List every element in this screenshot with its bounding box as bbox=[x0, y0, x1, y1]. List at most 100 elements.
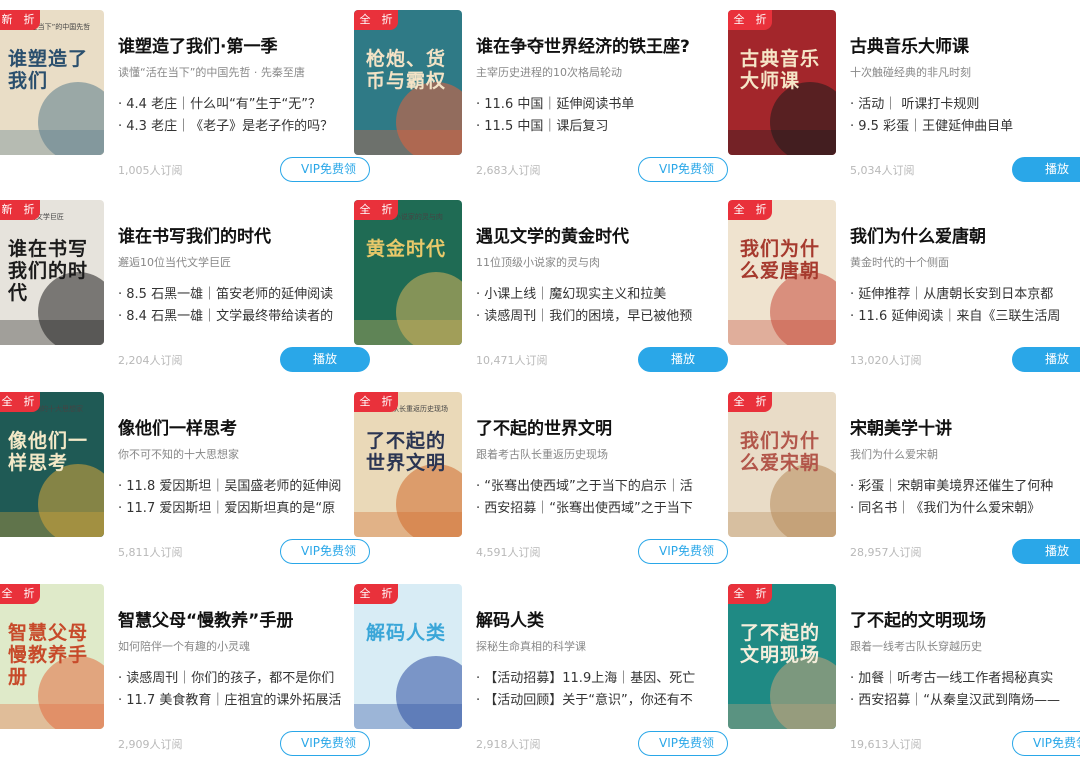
play-button[interactable]: 播放 bbox=[1012, 539, 1080, 564]
lesson-item[interactable]: 小课上线｜魔幻现实主义和拉美 bbox=[476, 284, 712, 306]
course-card[interactable]: 10位当代文学巨匠 谁在书写我们的时代 新 折 谁在书写我们的时代 邂逅10位当… bbox=[0, 200, 370, 375]
lesson-item[interactable]: 11.5 中国｜课后复习 bbox=[476, 116, 712, 138]
subscriber-count: 10,471人订阅 bbox=[476, 354, 548, 367]
course-title[interactable]: 了不起的文明现场 bbox=[850, 606, 986, 631]
cover-title: 像他们一样思考 bbox=[8, 430, 89, 474]
badge-group: 全 折 bbox=[728, 392, 772, 412]
badge-tag: 全 bbox=[728, 200, 750, 220]
lesson-item[interactable]: 11.7 美食教育｜庄祖宜的课外拓展活 bbox=[118, 690, 354, 712]
course-subtitle: 十次触碰经典的非凡时刻 bbox=[850, 66, 971, 79]
course-cover[interactable]: 我们为什么爱宋朝 全 折 bbox=[728, 392, 836, 537]
lesson-item[interactable]: 11.7 爱因斯坦｜爱因斯坦真的是“原 bbox=[118, 498, 354, 520]
lesson-item[interactable]: 读感周刊｜我们的困境，早已被他预 bbox=[476, 306, 712, 328]
course-cover[interactable]: 古典音乐大师课 全 折 bbox=[728, 10, 836, 155]
lesson-list: 4.4 老庄｜什么叫“有”生于“无”？ 4.3 老庄｜《老子》是老子作的吗？ bbox=[118, 94, 354, 138]
lesson-item[interactable]: 9.5 彩蛋｜王健延伸曲目单 bbox=[850, 116, 1080, 138]
discount-badge: 折 bbox=[18, 584, 40, 604]
course-title[interactable]: 我们为什么爱唐朝 bbox=[850, 222, 986, 247]
lesson-item[interactable]: 活动｜ 听课打卡规则 bbox=[850, 94, 1080, 116]
cover-title: 枪炮、货币与霸权 bbox=[366, 48, 447, 92]
lesson-list: “张骞出使西域”之于当下的启示｜活 西安招募｜“张骞出使西域”之于当下 bbox=[476, 476, 712, 520]
course-card[interactable]: 解码人类 全 折 解码人类 探秘生命真相的科学课 【活动招募】11.9上海｜基因… bbox=[354, 584, 728, 759]
lesson-list: 【活动招募】11.9上海｜基因、死亡 【活动回顾】关于“意识”，你还有不 bbox=[476, 668, 712, 712]
lesson-item[interactable]: 西安招募｜“张骞出使西域”之于当下 bbox=[476, 498, 712, 520]
course-title[interactable]: 宋朝美学十讲 bbox=[850, 414, 952, 439]
lesson-item[interactable]: 加餐｜听考古一线工作者揭秘真实 bbox=[850, 668, 1080, 690]
discount-badge: 折 bbox=[18, 392, 40, 412]
cover-title: 古典音乐大师课 bbox=[740, 48, 821, 92]
course-card[interactable]: 你不可不知的十大思想家 像他们一样思考 全 折 像他们一样思考 你不可不知的十大… bbox=[0, 392, 370, 567]
course-cover[interactable]: 11位顶级小说家的灵与肉 黄金时代 全 折 bbox=[354, 200, 462, 345]
course-cover[interactable]: 了不起的文明现场 全 折 bbox=[728, 584, 836, 729]
course-title[interactable]: 了不起的世界文明 bbox=[476, 414, 612, 439]
lesson-item[interactable]: 读感周刊｜你们的孩子，都不是你们 bbox=[118, 668, 354, 690]
lesson-list: 加餐｜听考古一线工作者揭秘真实 西安招募｜“从秦皇汉武到隋炀—— bbox=[850, 668, 1080, 712]
course-card[interactable]: 读懂“活在当下”的中国先哲 谁塑造了我们 新 折 谁塑造了我们·第一季 读懂“活… bbox=[0, 10, 370, 185]
course-title[interactable]: 智慧父母“慢教养”手册 bbox=[118, 606, 293, 631]
course-title[interactable]: 谁在争夺世界经济的铁王座? bbox=[476, 32, 690, 57]
cover-title: 我们为什么爱宋朝 bbox=[740, 430, 821, 474]
badge-tag: 新 bbox=[0, 200, 18, 220]
discount-badge: 折 bbox=[750, 10, 772, 30]
lesson-item[interactable]: 彩蛋｜宋朝审美境界还催生了何种 bbox=[850, 476, 1080, 498]
badge-tag: 全 bbox=[0, 392, 18, 412]
lesson-item[interactable]: 4.3 老庄｜《老子》是老子作的吗？ bbox=[118, 116, 354, 138]
course-title[interactable]: 解码人类 bbox=[476, 606, 544, 631]
play-button[interactable]: 播放 bbox=[1012, 347, 1080, 372]
lesson-item[interactable]: 8.5 石黑一雄｜笛安老师的延伸阅读 bbox=[118, 284, 354, 306]
course-card[interactable]: 古典音乐大师课 全 折 古典音乐大师课 十次触碰经典的非凡时刻 活动｜ 听课打卡… bbox=[728, 10, 1080, 185]
lesson-item[interactable]: 11.6 中国｜延伸阅读书单 bbox=[476, 94, 712, 116]
course-card[interactable]: 11位顶级小说家的灵与肉 黄金时代 全 折 遇见文学的黄金时代 11位顶级小说家… bbox=[354, 200, 728, 375]
lesson-list: 彩蛋｜宋朝审美境界还催生了何种 同名书｜《我们为什么爱宋朝》 bbox=[850, 476, 1080, 520]
course-card[interactable]: 枪炮、货币与霸权 全 折 谁在争夺世界经济的铁王座? 主宰历史进程的10次格局轮… bbox=[354, 10, 728, 185]
cover-title: 谁塑造了我们 bbox=[8, 48, 89, 92]
lesson-item[interactable]: 4.4 老庄｜什么叫“有”生于“无”？ bbox=[118, 94, 354, 116]
course-card[interactable]: 我们为什么爱宋朝 全 折 宋朝美学十讲 我们为什么爱宋朝 彩蛋｜宋朝审美境界还催… bbox=[728, 392, 1080, 567]
lesson-item[interactable]: 11.6 延伸阅读｜来自《三联生活周 bbox=[850, 306, 1080, 328]
course-cover[interactable]: 跟着考古队长重返历史现场 了不起的世界文明 全 折 bbox=[354, 392, 462, 537]
lesson-item[interactable]: “张骞出使西域”之于当下的启示｜活 bbox=[476, 476, 712, 498]
cover-title: 我们为什么爱唐朝 bbox=[740, 238, 821, 282]
course-card[interactable]: 跟着考古队长重返历史现场 了不起的世界文明 全 折 了不起的世界文明 跟着考古队… bbox=[354, 392, 728, 567]
course-cover[interactable]: 智慧父母慢教养手册 全 折 bbox=[0, 584, 104, 729]
lesson-item[interactable]: 11.8 爱因斯坦｜吴国盛老师的延伸阅 bbox=[118, 476, 354, 498]
vip-free-button[interactable]: VIP免费领 bbox=[1012, 731, 1080, 756]
subscriber-count: 28,957人订阅 bbox=[850, 546, 922, 559]
course-title[interactable]: 遇见文学的黄金时代 bbox=[476, 222, 629, 247]
course-cover[interactable]: 我们为什么爱唐朝 全 折 bbox=[728, 200, 836, 345]
lesson-list: 延伸推荐｜从唐朝长安到日本京都 11.6 延伸阅读｜来自《三联生活周 bbox=[850, 284, 1080, 328]
discount-badge: 折 bbox=[376, 10, 398, 30]
course-title[interactable]: 谁在书写我们的时代 bbox=[118, 222, 271, 247]
course-card[interactable]: 智慧父母慢教养手册 全 折 智慧父母“慢教养”手册 如何陪伴一个有趣的小灵魂 读… bbox=[0, 584, 370, 759]
badge-tag: 全 bbox=[0, 584, 18, 604]
discount-badge: 折 bbox=[750, 392, 772, 412]
course-cover[interactable]: 枪炮、货币与霸权 全 折 bbox=[354, 10, 462, 155]
lesson-list: 8.5 石黑一雄｜笛安老师的延伸阅读 8.4 石黑一雄｜文学最终带给读者的 bbox=[118, 284, 354, 328]
course-card[interactable]: 我们为什么爱唐朝 全 折 我们为什么爱唐朝 黄金时代的十个侧面 延伸推荐｜从唐朝… bbox=[728, 200, 1080, 375]
badge-tag: 全 bbox=[728, 584, 750, 604]
course-cover[interactable]: 解码人类 全 折 bbox=[354, 584, 462, 729]
lesson-item[interactable]: 西安招募｜“从秦皇汉武到隋炀—— bbox=[850, 690, 1080, 712]
course-title[interactable]: 像他们一样思考 bbox=[118, 414, 237, 439]
course-cover[interactable]: 10位当代文学巨匠 谁在书写我们的时代 新 折 bbox=[0, 200, 104, 345]
vip-free-button[interactable]: VIP免费领 bbox=[638, 539, 728, 564]
course-title[interactable]: 古典音乐大师课 bbox=[850, 32, 969, 57]
subscriber-count: 13,020人订阅 bbox=[850, 354, 922, 367]
lesson-item[interactable]: 8.4 石黑一雄｜文学最终带给读者的 bbox=[118, 306, 354, 328]
course-cover[interactable]: 读懂“活在当下”的中国先哲 谁塑造了我们 新 折 bbox=[0, 10, 104, 155]
course-cover[interactable]: 你不可不知的十大思想家 像他们一样思考 全 折 bbox=[0, 392, 104, 537]
badge-tag: 新 bbox=[0, 10, 18, 30]
lesson-list: 小课上线｜魔幻现实主义和拉美 读感周刊｜我们的困境，早已被他预 bbox=[476, 284, 712, 328]
lesson-item[interactable]: 延伸推荐｜从唐朝长安到日本京都 bbox=[850, 284, 1080, 306]
cover-title: 谁在书写我们的时代 bbox=[8, 238, 89, 304]
course-card[interactable]: 了不起的文明现场 全 折 了不起的文明现场 跟着一线考古队长穿越历史 加餐｜听考… bbox=[728, 584, 1080, 759]
lesson-item[interactable]: 【活动招募】11.9上海｜基因、死亡 bbox=[476, 668, 712, 690]
lesson-item[interactable]: 【活动回顾】关于“意识”，你还有不 bbox=[476, 690, 712, 712]
vip-free-button[interactable]: VIP免费领 bbox=[638, 731, 728, 756]
play-button[interactable]: 播放 bbox=[1012, 157, 1080, 182]
play-button[interactable]: 播放 bbox=[638, 347, 728, 372]
lesson-item[interactable]: 同名书｜《我们为什么爱宋朝》 bbox=[850, 498, 1080, 520]
course-title[interactable]: 谁塑造了我们·第一季 bbox=[118, 32, 277, 57]
cover-title: 了不起的世界文明 bbox=[366, 430, 447, 474]
vip-free-button[interactable]: VIP免费领 bbox=[638, 157, 728, 182]
